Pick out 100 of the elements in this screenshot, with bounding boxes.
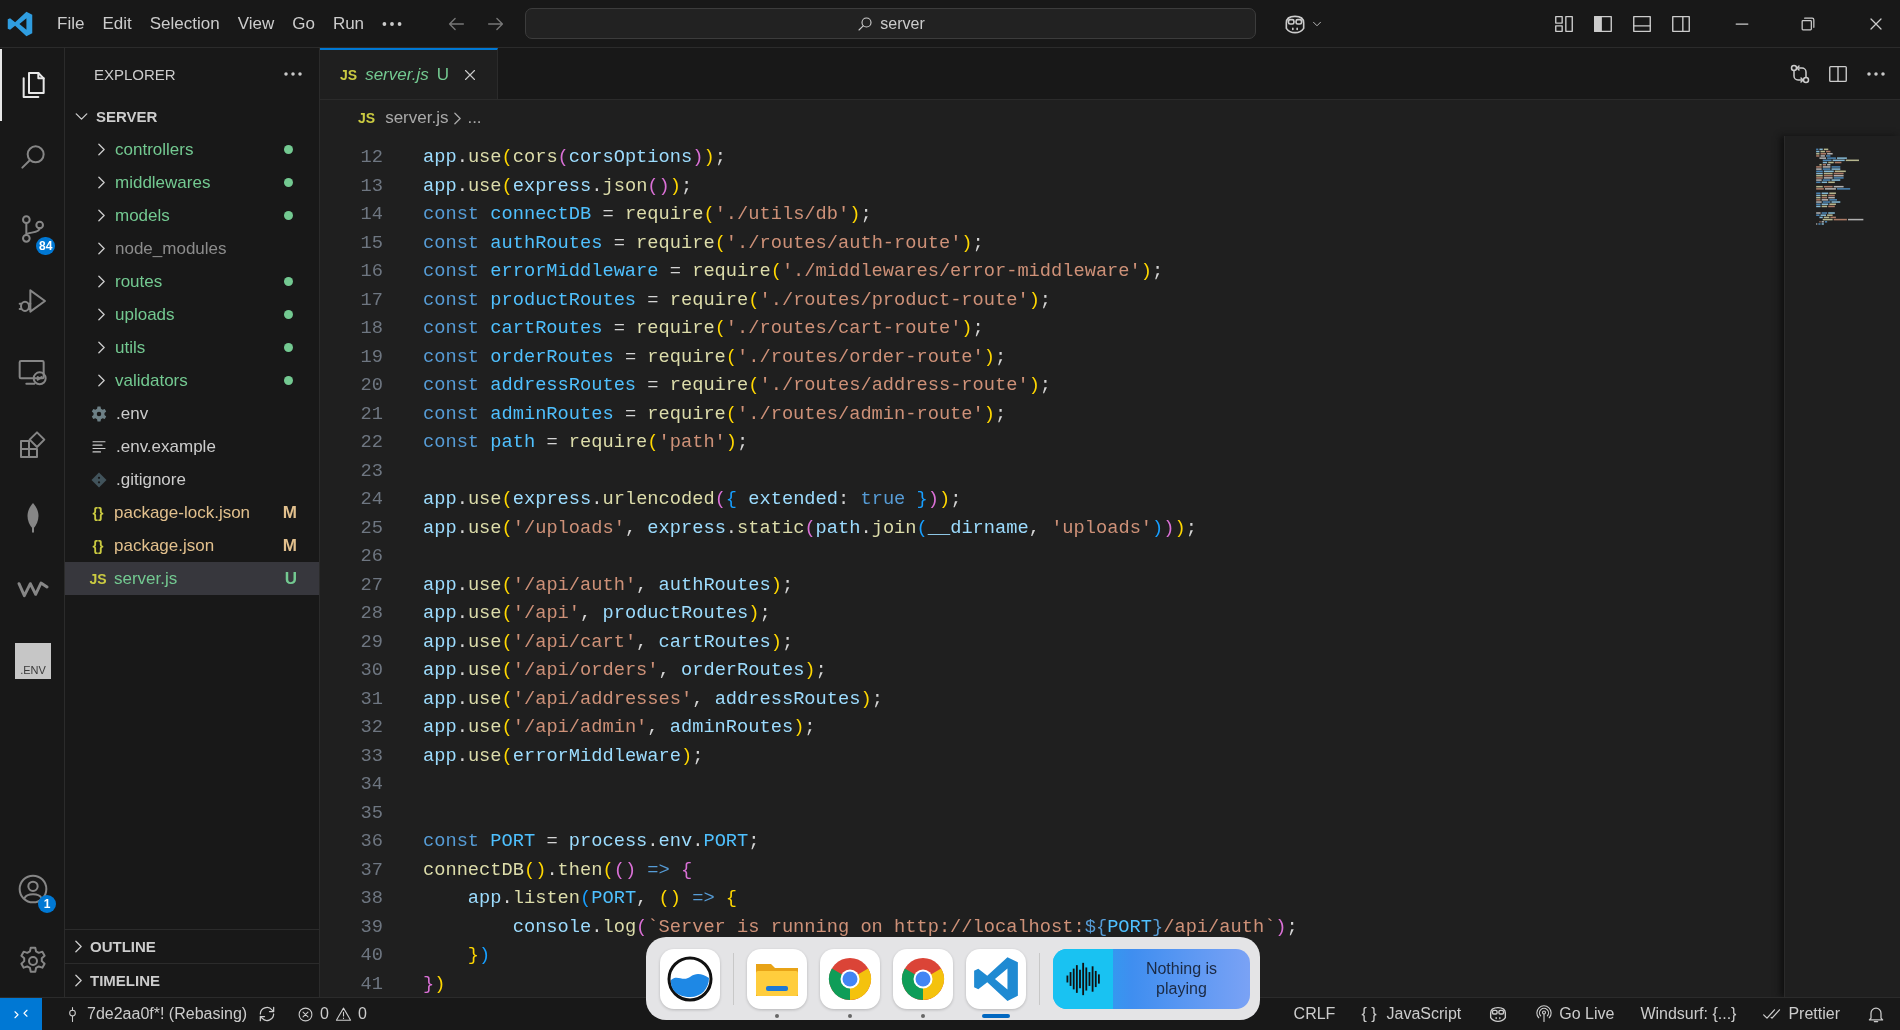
waveform-icon — [1064, 960, 1101, 997]
menu-item[interactable]: Edit — [94, 9, 140, 38]
file-tree-item[interactable]: {} package.json M — [65, 529, 319, 562]
file-tree-item[interactable]: models — [65, 199, 319, 232]
file-tree-item[interactable]: .env — [65, 397, 319, 430]
code-line: const adminRoutes = require('./routes/admin-route'); — [423, 402, 1007, 425]
error-icon — [297, 1005, 315, 1023]
file-name: routes — [115, 271, 164, 292]
code-line: const PORT = process.env.PORT; — [423, 830, 760, 853]
file-name: .gitignore — [116, 469, 187, 490]
line-number: 32 — [359, 716, 383, 739]
line-number: 27 — [359, 573, 383, 596]
browser-icon[interactable] — [819, 948, 880, 1009]
file-tree-item[interactable]: {} package-lock.json M — [65, 496, 319, 529]
menu-item[interactable]: Go — [284, 9, 323, 38]
file-tree-item[interactable]: controllers — [65, 133, 319, 166]
line-number: 37 — [359, 858, 383, 881]
code-line: app.use('/api', productRoutes); — [423, 602, 771, 625]
code-line: const connectDB = require('./utils/db'); — [423, 203, 872, 226]
status-item[interactable]: CRLF — [1293, 1005, 1336, 1023]
code-line: const productRoutes = require('./routes/product-route'); — [423, 288, 1052, 311]
chevron-down-icon — [75, 113, 88, 120]
code-line: const cartRoutes = require('./routes/cart-route'); — [423, 317, 984, 340]
line-number: 41 — [359, 972, 383, 995]
file-tree-item[interactable]: routes — [65, 265, 319, 298]
breadcrumb-item[interactable]: JS server.js — [358, 108, 449, 128]
code-line: console.log(`Server is running on http://localhost:${PORT}/api/auth`); — [511, 915, 1298, 938]
code-line: app.use('/api/cart', cartRoutes); — [423, 630, 794, 653]
section-header[interactable]: SERVER — [65, 100, 319, 133]
menu-item[interactable]: Selection — [141, 9, 228, 38]
line-number: 30 — [359, 659, 383, 682]
warning-icon — [335, 1005, 352, 1023]
language-mode[interactable]: JavaScript — [1386, 1005, 1462, 1023]
code-line: app.use(express.json()); — [423, 174, 693, 197]
file-name: middlewares — [115, 172, 212, 193]
code-line: app.use('/api/auth', authRoutes); — [423, 573, 794, 596]
code-line: app.use('/api/admin', adminRoutes); — [423, 716, 816, 739]
diamond-icon — [90, 470, 108, 489]
line-number: 20 — [359, 374, 383, 397]
file-name: uploads — [115, 304, 176, 325]
file-tree-item[interactable]: JS server.js U — [65, 562, 319, 595]
search-field[interactable]: server — [525, 8, 1257, 39]
line-number: 17 — [359, 288, 383, 311]
count-badge: 84 — [36, 237, 56, 255]
branch-status[interactable]: 7de2aa0f*! (Rebasing) — [64, 1005, 248, 1023]
code-line: app.use(errorMiddleware); — [423, 744, 704, 767]
file-name: server.js — [114, 568, 179, 589]
file-name: node_modules — [115, 238, 228, 259]
menu-item[interactable]: File — [49, 9, 93, 38]
line-number: 23 — [359, 459, 383, 482]
gear-icon — [90, 404, 108, 423]
file-tree-item[interactable]: .env.example — [65, 430, 319, 463]
line-number: 14 — [359, 203, 383, 226]
file-name: utils — [115, 337, 147, 358]
line-number: 18 — [359, 317, 383, 340]
line-number: 16 — [359, 260, 383, 283]
chevron-right-icon — [75, 940, 82, 953]
broadcast-icon — [1535, 1005, 1554, 1023]
code-line: const orderRoutes = require('./routes/order-route'); — [423, 345, 1007, 368]
file-tree-item[interactable]: utils — [65, 331, 319, 364]
line-number: 22 — [359, 431, 383, 454]
status-item[interactable]: Windsurf: {...} — [1640, 1005, 1737, 1023]
file-name: controllers — [115, 139, 195, 160]
browser-icon[interactable] — [892, 948, 953, 1009]
menu-item[interactable]: View — [229, 9, 283, 38]
file-name: package-lock.json — [114, 502, 252, 523]
code-editor-icon[interactable] — [965, 948, 1026, 1009]
code-line: const path = require('path'); — [423, 431, 749, 454]
folder-icon[interactable] — [746, 948, 807, 1009]
file-tree-item[interactable]: validators — [65, 364, 319, 397]
line-number: 24 — [359, 488, 383, 511]
file-tree-item[interactable]: middlewares — [65, 166, 319, 199]
code-line: app.use('/uploads', express.static(path.join(__dirname, 'uploads'))); — [423, 516, 1197, 539]
line-number: 26 — [359, 545, 383, 568]
file-tree-item[interactable]: uploads — [65, 298, 319, 331]
line-number: 21 — [359, 402, 383, 425]
menu-item[interactable]: Run — [324, 9, 373, 38]
explorer-title: EXPLORER — [94, 65, 176, 83]
editor-tab[interactable]: JS server.js U — [320, 48, 498, 99]
code-line: app.use('/api/addresses', addressRoutes); — [423, 687, 883, 710]
file-tree-item[interactable]: .gitignore — [65, 463, 319, 496]
file-name: package.json — [114, 535, 216, 556]
line-number: 33 — [359, 744, 383, 767]
go-live-button[interactable]: Go Live — [1535, 1005, 1615, 1023]
panel-header[interactable]: OUTLINE — [65, 929, 319, 963]
line-number: 34 — [359, 773, 383, 796]
breadcrumb-item[interactable]: ... — [467, 108, 482, 128]
file-name: .env — [116, 403, 150, 424]
prettier-status[interactable]: Prettier — [1762, 1004, 1840, 1024]
chevron-right-icon — [454, 111, 462, 125]
line-number: 40 — [359, 944, 383, 967]
code-line: }) — [423, 972, 446, 995]
media-status: Nothing is playing — [1144, 958, 1219, 999]
code-line: app.use(express.urlencoded({ extended: true })); — [423, 488, 962, 511]
problems-status[interactable]: 0 0 — [297, 1005, 367, 1023]
line-number: 13 — [359, 174, 383, 197]
env-tile[interactable]: .ENV — [15, 643, 51, 679]
media-widget[interactable]: Nothing is playing — [1052, 948, 1250, 1009]
braces-icon[interactable]: { } — [1361, 1005, 1377, 1023]
file-tree-item[interactable]: node_modules — [65, 232, 319, 265]
